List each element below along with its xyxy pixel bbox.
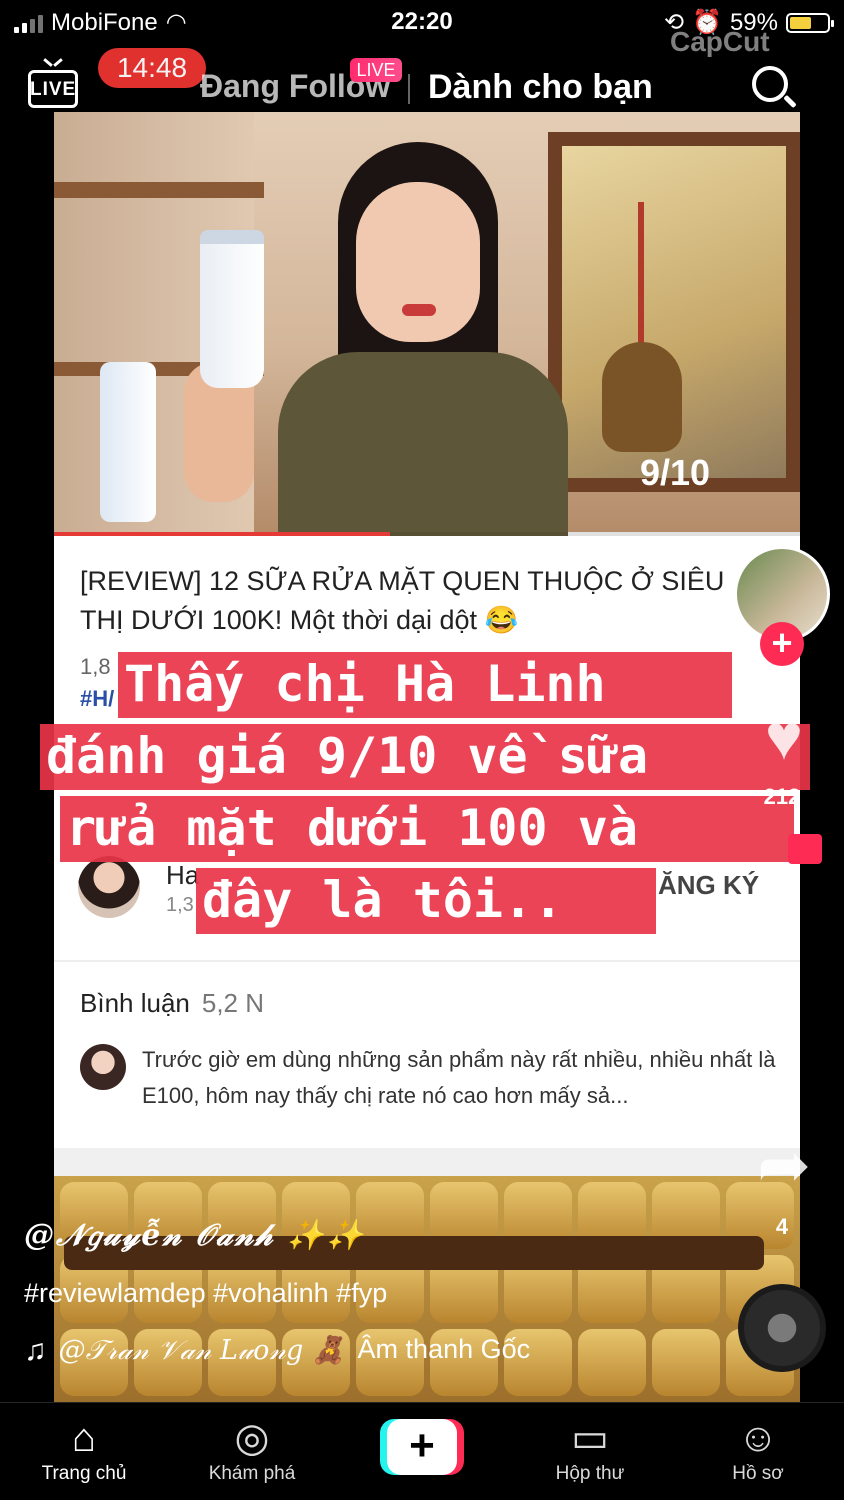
channel-name: Ha <box>166 860 200 890</box>
sound-author: @𝒯𝓇𝒶𝓃 𝒱𝒶𝓃 𝐿𝓊𝑜𝓃𝑔 🧸 <box>58 1335 346 1366</box>
nav-home-label: Trang chủ <box>41 1463 127 1484</box>
nav-home[interactable]: ⌂ Trang chủ <box>24 1413 144 1485</box>
comment-avatar <box>80 1044 126 1090</box>
search-button[interactable] <box>752 66 798 112</box>
comments-label: Bình luận <box>80 988 190 1018</box>
nav-profile-label: Hồ sơ <box>732 1463 784 1484</box>
sound-name: Âm thanh Gốc <box>357 1334 531 1364</box>
comments-total: 5,2 N <box>201 988 265 1018</box>
game-tile <box>578 1328 646 1396</box>
comment-icon[interactable]: ● <box>744 852 824 922</box>
home-icon: ⌂ <box>71 1416 97 1460</box>
music-disc-icon[interactable] <box>738 1284 826 1372</box>
scene-shelf <box>54 182 264 198</box>
tab-for-you[interactable]: Dành cho bạn <box>428 68 653 107</box>
live-badge: LIVE <box>350 58 402 82</box>
slide-counter: 9/10 <box>640 452 711 493</box>
nav-profile[interactable]: ☺ Hồ sơ <box>698 1413 818 1485</box>
nav-discover-label: Khám phá <box>208 1463 296 1484</box>
search-icon <box>752 66 788 102</box>
sound-info[interactable]: ♫ @𝒯𝓇𝒶𝓃 𝒱𝒶𝓃 𝐿𝓊𝑜𝓃𝑔 🧸 Âm thanh Gốc <box>24 1334 530 1368</box>
search-icon-handle <box>783 94 797 109</box>
channel-avatar <box>78 856 140 918</box>
scene-flower <box>638 202 644 352</box>
overlay-caption-line: rửa mặt dưới 100 và <box>60 796 794 862</box>
overlay-caption-line: đây là tôi.. <box>196 868 656 934</box>
capcut-watermark: CapCut <box>670 26 770 57</box>
tab-divider <box>408 74 410 104</box>
overlay-caption-line: Thấy chị Hà Linh <box>118 652 732 718</box>
game-tile <box>652 1328 720 1396</box>
create-button[interactable]: + <box>380 1419 464 1475</box>
music-note-icon: ♫ <box>24 1334 47 1367</box>
share-count: 4 <box>775 1214 789 1239</box>
author-handle[interactable]: @𝒩𝑔𝓊𝓎ễ𝓃 𝒪𝒶𝓃𝒽 ✨✨ <box>24 1218 366 1253</box>
bottom-nav: ⌂ Trang chủ ◎ Khám phá + ▭ Hộp thư ☺ Hồ … <box>0 1402 844 1500</box>
live-label: LIVE <box>30 79 77 100</box>
card-tag: #H/ <box>80 686 115 711</box>
product-tube <box>200 230 264 388</box>
profile-icon: ☺ <box>737 1416 779 1460</box>
top-nav: LIVE 14:48 Đang Follow LIVE Dành cho bạn… <box>0 26 844 124</box>
like-count: 212 <box>763 784 801 809</box>
share-icon[interactable]: ➦ <box>744 1130 824 1200</box>
scene-person <box>268 142 568 552</box>
save-count: 20 <box>769 1066 795 1091</box>
comment-count: 14 <box>769 926 795 951</box>
scene-vase <box>602 342 682 452</box>
overlay-caption-line: đánh giá 9/10 về sữa <box>40 724 810 790</box>
heart-icon[interactable]: ♥ <box>744 702 824 772</box>
nav-inbox-label: Hộp thư <box>555 1463 625 1484</box>
channel-subscribers: 1,3 <box>166 894 194 916</box>
divider <box>54 960 800 962</box>
product-tube <box>100 362 156 522</box>
battery-level <box>790 16 812 29</box>
comments-header: Bình luận 5,2 N <box>80 988 264 1019</box>
follow-plus-button[interactable]: + <box>760 622 804 666</box>
plus-icon: + <box>387 1419 457 1475</box>
nav-discover[interactable]: ◎ Khám phá <box>192 1413 312 1485</box>
bookmark-icon[interactable]: ▮ <box>744 988 824 1058</box>
recording-timer: 14:48 <box>98 48 206 88</box>
nav-inbox[interactable]: ▭ Hộp thư <box>530 1413 650 1485</box>
live-tv-button[interactable]: LIVE <box>28 64 84 112</box>
compass-icon: ◎ <box>234 1416 270 1460</box>
card-title: [REVIEW] 12 SỮA RỬA MẶT QUEN THUỘC Ở SIÊ… <box>80 566 725 635</box>
inbox-icon: ▭ <box>571 1416 609 1460</box>
comment-text: Trước giờ em dùng những sản phẩm này rất… <box>142 1047 776 1108</box>
battery-icon <box>786 12 834 33</box>
card-meta: 1,8 <box>80 654 111 679</box>
video-scene: 9/10 <box>54 112 800 552</box>
hashtags[interactable]: #reviewlamdep #vohalinh #fyp <box>24 1278 387 1309</box>
card-footer <box>54 1148 800 1176</box>
